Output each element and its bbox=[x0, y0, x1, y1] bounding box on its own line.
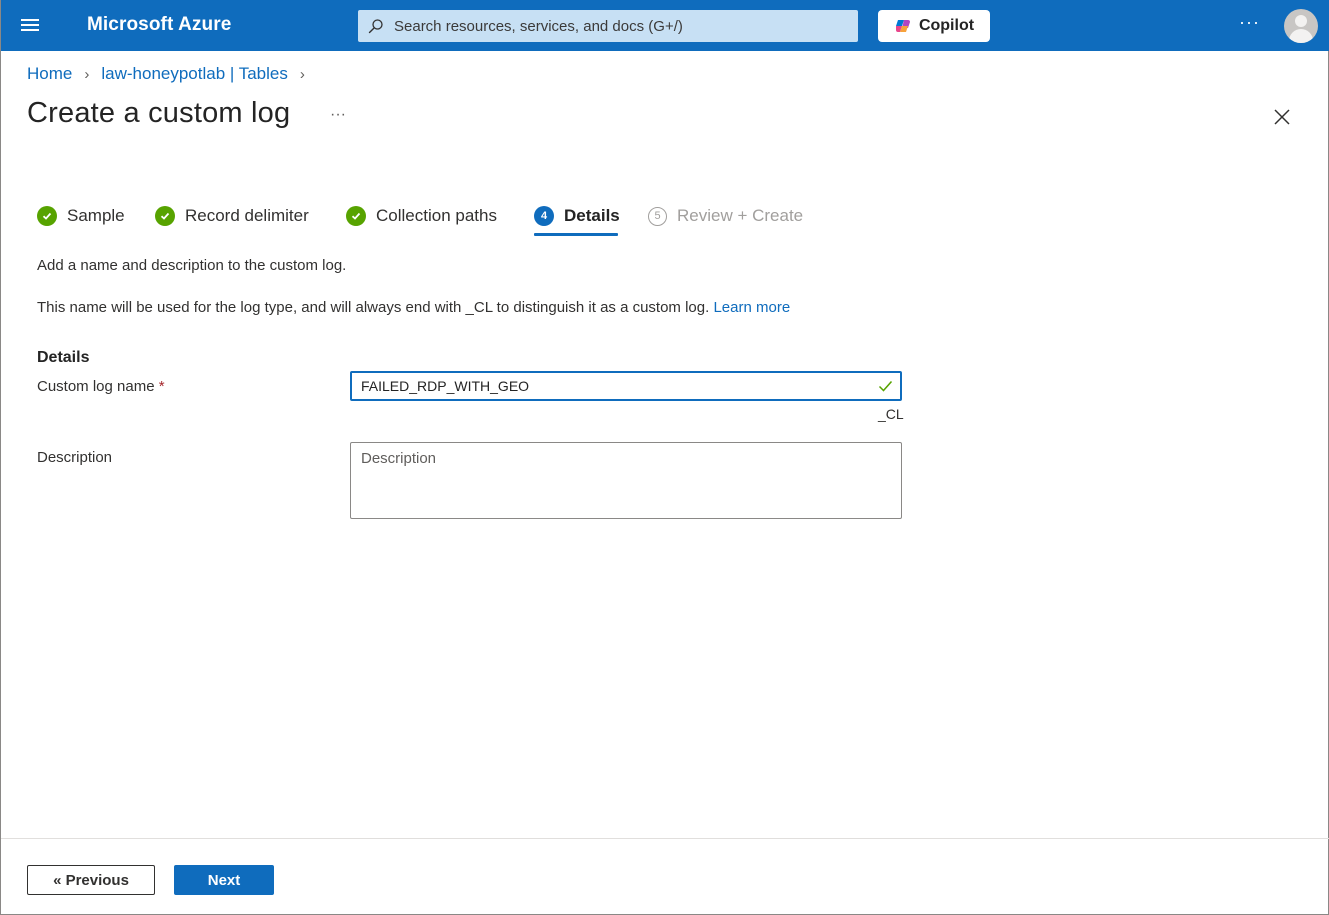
checkmark-icon bbox=[878, 381, 893, 392]
custom-log-name-label-text: Custom log name bbox=[37, 378, 155, 395]
check-circle-icon bbox=[37, 206, 57, 226]
close-icon[interactable] bbox=[1272, 107, 1292, 127]
brand-title[interactable]: Microsoft Azure bbox=[87, 14, 231, 36]
intro-text: Add a name and description to the custom… bbox=[37, 257, 347, 274]
active-step-indicator bbox=[534, 233, 618, 236]
breadcrumb-tables[interactable]: law-honeypotlab | Tables bbox=[101, 64, 288, 84]
avatar[interactable] bbox=[1284, 9, 1318, 43]
check-circle-icon bbox=[346, 206, 366, 226]
chevron-right-icon: › bbox=[84, 65, 90, 83]
footer-divider bbox=[1, 838, 1329, 839]
section-title: Details bbox=[37, 349, 90, 366]
page-title: Create a custom log bbox=[27, 97, 291, 129]
blade-frame: Microsoft Azure Copilot ··· Home › law-h… bbox=[0, 0, 1329, 915]
step-label: Collection paths bbox=[376, 206, 497, 225]
global-search[interactable] bbox=[358, 10, 858, 42]
chevron-right-icon: › bbox=[299, 65, 305, 83]
custom-log-name-label: Custom log name * bbox=[37, 378, 165, 395]
step-label: Details bbox=[564, 206, 620, 225]
step-details[interactable]: 4 Details bbox=[534, 203, 620, 229]
search-icon bbox=[368, 19, 383, 34]
required-asterisk: * bbox=[158, 378, 165, 395]
copilot-button[interactable]: Copilot bbox=[878, 10, 990, 42]
page-more-options-icon[interactable]: ··· bbox=[330, 106, 346, 124]
check-circle-icon bbox=[155, 206, 175, 226]
custom-log-name-input[interactable] bbox=[361, 378, 861, 394]
previous-button[interactable]: « Previous bbox=[27, 865, 155, 895]
info-text-body: This name will be used for the log type,… bbox=[37, 299, 710, 316]
info-text: This name will be used for the log type,… bbox=[37, 299, 790, 316]
breadcrumb: Home › law-honeypotlab | Tables › bbox=[27, 64, 317, 84]
step-number-badge: 5 bbox=[648, 206, 667, 226]
hamburger-menu-icon[interactable] bbox=[21, 16, 41, 34]
description-input[interactable] bbox=[350, 442, 902, 519]
step-record-delimiter[interactable]: Record delimiter bbox=[155, 203, 309, 229]
log-name-suffix: _CL bbox=[878, 406, 904, 422]
more-options-icon[interactable]: ··· bbox=[1239, 12, 1260, 33]
copilot-label: Copilot bbox=[918, 17, 975, 34]
next-button[interactable]: Next bbox=[174, 865, 274, 895]
breadcrumb-home[interactable]: Home bbox=[27, 64, 72, 84]
step-review-create[interactable]: 5 Review + Create bbox=[648, 203, 803, 229]
search-input[interactable] bbox=[394, 17, 834, 35]
step-collection-paths[interactable]: Collection paths bbox=[346, 203, 497, 229]
top-bar: Microsoft Azure Copilot ··· bbox=[1, 0, 1329, 51]
step-number-badge: 4 bbox=[534, 206, 554, 226]
copilot-icon bbox=[895, 20, 910, 32]
step-label: Sample bbox=[67, 206, 125, 225]
learn-more-link[interactable]: Learn more bbox=[713, 299, 790, 316]
step-sample[interactable]: Sample bbox=[37, 203, 125, 229]
step-label: Review + Create bbox=[677, 206, 804, 225]
custom-log-name-field[interactable] bbox=[350, 371, 902, 401]
step-label: Record delimiter bbox=[185, 206, 309, 225]
description-label: Description bbox=[37, 449, 113, 466]
